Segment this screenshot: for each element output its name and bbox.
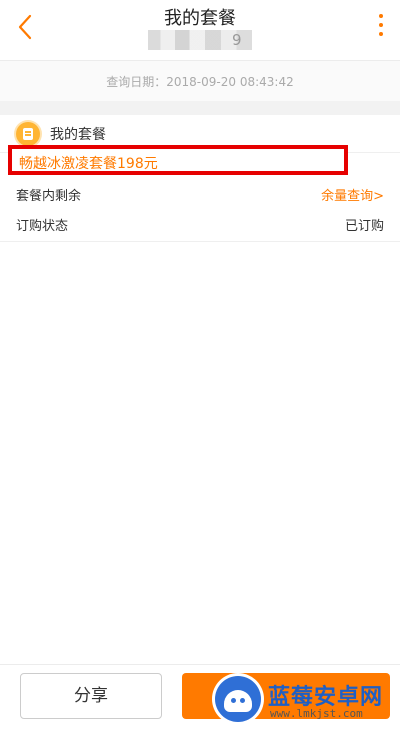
watermark-robot-icon <box>215 676 261 722</box>
more-dot-icon <box>379 32 383 36</box>
section-title: 我的套餐 <box>50 127 106 143</box>
watermark-url: www.lmkjst.com <box>270 707 363 720</box>
order-status-row: 订购状态 已订购 <box>0 207 400 242</box>
order-status-value: 已订购 <box>344 219 384 234</box>
plan-name: 畅越冰激凌套餐198元 <box>19 156 158 172</box>
section-divider <box>0 101 400 115</box>
order-status-label: 订购状态 <box>16 219 69 234</box>
plan-name-highlight: 畅越冰激凌套餐198元 <box>8 145 348 175</box>
share-button[interactable]: 分享 <box>20 673 162 719</box>
more-dot-icon <box>379 23 383 27</box>
remaining-label: 套餐内剩余 <box>16 189 82 204</box>
more-dot-icon <box>379 14 383 18</box>
query-date-label: 查询日期：2018-09-20 08:43:42 <box>106 75 294 89</box>
balance-query-link[interactable]: 余量查询> <box>321 185 384 204</box>
plan-document-icon <box>16 122 40 146</box>
query-date-row: 查询日期：2018-09-20 08:43:42 <box>0 61 400 101</box>
more-options-button[interactable] <box>376 14 386 42</box>
phone-number-tail: 9 <box>232 31 242 49</box>
top-bar: 我的套餐 9 <box>0 0 400 61</box>
page-title: 我的套餐 <box>164 8 236 29</box>
